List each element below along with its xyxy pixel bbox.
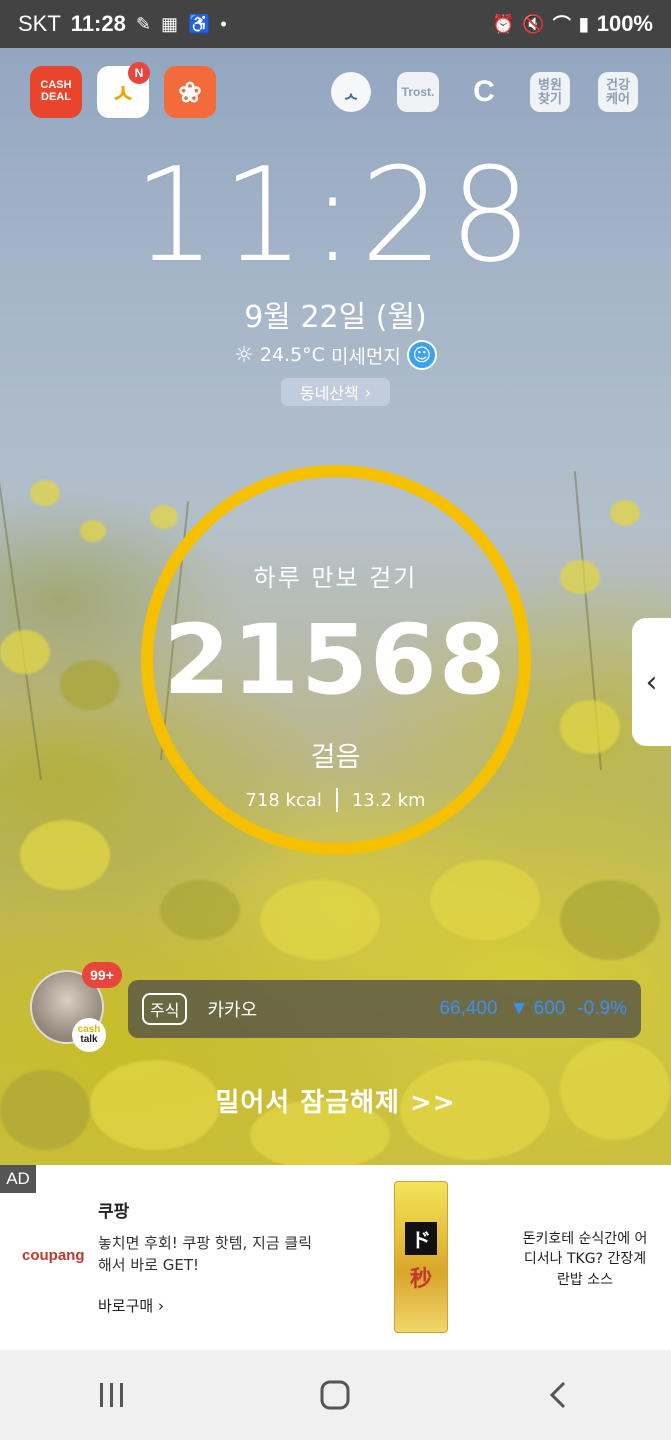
paw-icon: ❀ [178,76,202,108]
pedometer-title: 하루 만보 걷기 [253,564,418,592]
wifi-icon: ⌒ [552,15,571,35]
flower-cluster [80,520,106,542]
stats-divider [335,788,338,812]
stock-name: 카카오 [207,1000,258,1021]
notification-count-badge: 99+ [82,962,122,988]
home-icon [320,1380,350,1410]
stock-percent: -0.9% [577,998,627,1019]
step-count: 21568 [163,604,508,716]
pedometer-stats: 718 kcal 13.2 km [0,788,671,812]
c-app-label: C [473,75,495,109]
stock-values: 66,400 ▼ 600 -0.9% [439,998,627,1020]
distance-value: 13.2 km [351,789,426,811]
stock-ticker-card[interactable]: 주식 카카오 66,400 ▼ 600 -0.9% [128,980,641,1038]
trost-app-icon[interactable]: Trost. [397,72,439,112]
flower-cluster [30,480,60,506]
stock-tag: 주식 [142,993,188,1025]
edge-panel-handle[interactable]: ‹ [632,618,671,746]
signal-icon: ▮ [578,13,589,34]
kcal-value: 718 kcal [245,789,322,811]
back-icon [550,1381,566,1409]
stock-change: ▼ 600 [509,998,566,1019]
back-button[interactable] [519,1365,599,1425]
cashtalk-bottom: talk [80,1034,98,1045]
coupang-logo: coupang [22,1247,85,1264]
ad-banner[interactable]: AD coupang 쿠팡 놓치면 후회! 쿠팡 핫템, 지금 클릭해서 바로 … [0,1165,671,1350]
edit-pen-icon: ✎ [135,13,151,34]
dust-label: 미세먼지 [330,345,401,368]
battery-level: 100% [596,11,653,36]
flower-cluster [610,500,640,526]
paw-app-icon[interactable]: ❀ [164,66,216,118]
accessibility-icon: ♿ [187,13,211,34]
chevron-right-icon: › [364,382,372,402]
chevron-right-icon: › [157,1297,164,1315]
sun-icon: ☼ [234,342,254,368]
flower-cluster [150,505,178,529]
cash-deal-app-icon[interactable]: CASH DEAL [30,66,82,118]
navigation-bar [0,1350,671,1440]
flower-cluster [560,880,660,960]
c-app-icon[interactable]: C [464,72,504,112]
swipe-to-unlock[interactable]: 밀어서 잠금해제 >> [0,1082,671,1119]
cat-app-icon[interactable]: ᆺ [331,72,371,112]
ad-product-text: 돈키호테 순식간에 어디서나 TKG? 간장계란밥 소스 [522,1231,648,1288]
dot-icon: • [220,13,227,34]
hospital-app-icon[interactable]: 병원 찾기 [530,72,570,112]
product-deco: 秒 [409,1266,432,1292]
health-label: 건강 케어 [606,77,630,106]
product-image[interactable]: ド 秒 [394,1181,448,1333]
chevron-left-icon: ‹ [645,664,658,700]
walk-button[interactable]: 동네산책 › [281,378,390,406]
recent-apps-button[interactable] [72,1365,152,1425]
status-bar: SKT 11:28 ✎ ▦ ♿ • ⏰ 🔇 ⌒ ▮ 100% [0,0,671,48]
ad-title: 쿠팡 [98,1202,130,1222]
cashtalk-icon[interactable]: cash talk [72,1018,106,1052]
lockscreen-date: 9월 22일 (월) [244,300,427,335]
stock-price: 66,400 [439,998,498,1019]
temperature: 24.5°C [259,344,325,366]
mute-icon: 🔇 [522,13,545,34]
cash-deal-label: CASH DEAL [40,79,72,103]
smile-icon: ☺ [406,340,437,370]
lockscreen-clock: 11:28 [133,139,538,291]
flower-cluster [20,820,110,890]
buy-now-label: 바로구매 [98,1297,154,1315]
flower-cluster [260,880,380,960]
home-button[interactable] [295,1365,375,1425]
carrier-label: SKT [18,11,61,36]
flower-cluster [430,860,540,940]
trost-label: Trost. [401,84,435,99]
product-label: ド [405,1221,437,1255]
ar-icon: ▦ [160,13,178,34]
buy-now-link[interactable]: 바로구매 › [98,1295,164,1316]
recent-apps-icon [99,1383,123,1407]
weather-row: ☼ 24.5°C 미세먼지 ☺ [0,340,671,370]
walk-label: 동네산책 [299,384,359,403]
cat-icon: ᆺ [342,81,360,102]
flower-cluster [160,880,240,940]
hospital-label: 병원 찾기 [538,77,562,106]
ad-tag: AD [0,1165,36,1193]
notification-badge: N [128,62,150,84]
health-app-icon[interactable]: 건강 케어 [598,72,638,112]
step-unit: 걸음 [310,742,361,773]
status-time: 11:28 [70,11,126,36]
ad-description: 놓치면 후회! 쿠팡 핫템, 지금 클릭해서 바로 GET! [98,1234,313,1274]
alarm-icon: ⏰ [491,13,515,34]
